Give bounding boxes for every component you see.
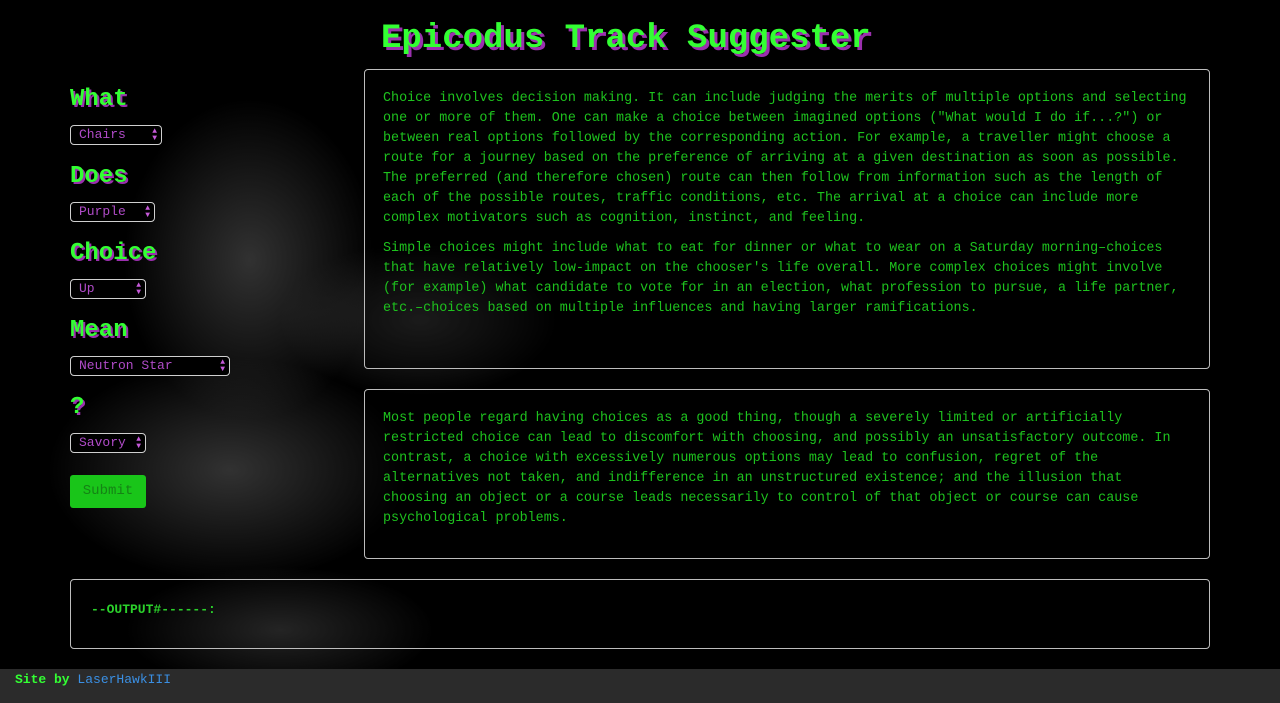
select-arrows-icon: ▲ ▼ <box>136 435 141 451</box>
question-label-question-mark: ? <box>70 394 85 421</box>
does-select[interactable]: Purple ▲ ▼ <box>70 202 155 222</box>
does-select-value: Purple <box>79 204 126 219</box>
savory-select-value: Savory <box>79 435 126 450</box>
page-title: Epicodus Track Suggester <box>381 20 871 58</box>
description-paragraph: Simple choices might include what to eat… <box>383 241 1179 316</box>
question-label-choice: Choice <box>70 240 157 267</box>
savory-select[interactable]: Savory ▲ ▼ <box>70 433 146 453</box>
select-arrows-icon: ▲ ▼ <box>220 358 225 374</box>
description-paragraph: Choice involves decision making. It can … <box>383 91 1187 226</box>
select-arrows-icon: ▲ ▼ <box>152 127 157 143</box>
description-paragraph: Most people regard having choices as a g… <box>383 411 1171 526</box>
mean-select[interactable]: Neutron Star ▲ ▼ <box>70 356 230 376</box>
description-panel-2: Most people regard having choices as a g… <box>364 389 1210 559</box>
what-select-value: Chairs <box>79 127 126 142</box>
footer-prefix: Site by <box>15 672 70 687</box>
description-panel-1: Choice involves decision making. It can … <box>364 69 1210 369</box>
mean-select-value: Neutron Star <box>79 358 173 373</box>
choice-select[interactable]: Up ▲ ▼ <box>70 279 146 299</box>
author-link[interactable]: LaserHawkIII <box>77 672 171 687</box>
output-box: --OUTPUT#------: <box>70 579 1210 649</box>
question-label-what: What <box>70 86 128 113</box>
select-arrows-icon: ▲ ▼ <box>145 204 150 220</box>
output-text: --OUTPUT#------: <box>91 602 216 617</box>
what-select[interactable]: Chairs ▲ ▼ <box>70 125 162 145</box>
submit-button[interactable]: Submit <box>70 475 146 508</box>
question-label-does: Does <box>70 163 128 190</box>
choice-select-value: Up <box>79 281 95 296</box>
footer: Site by LaserHawkIII <box>0 669 1280 703</box>
question-label-mean: Mean <box>70 317 128 344</box>
select-arrows-icon: ▲ ▼ <box>136 281 141 297</box>
